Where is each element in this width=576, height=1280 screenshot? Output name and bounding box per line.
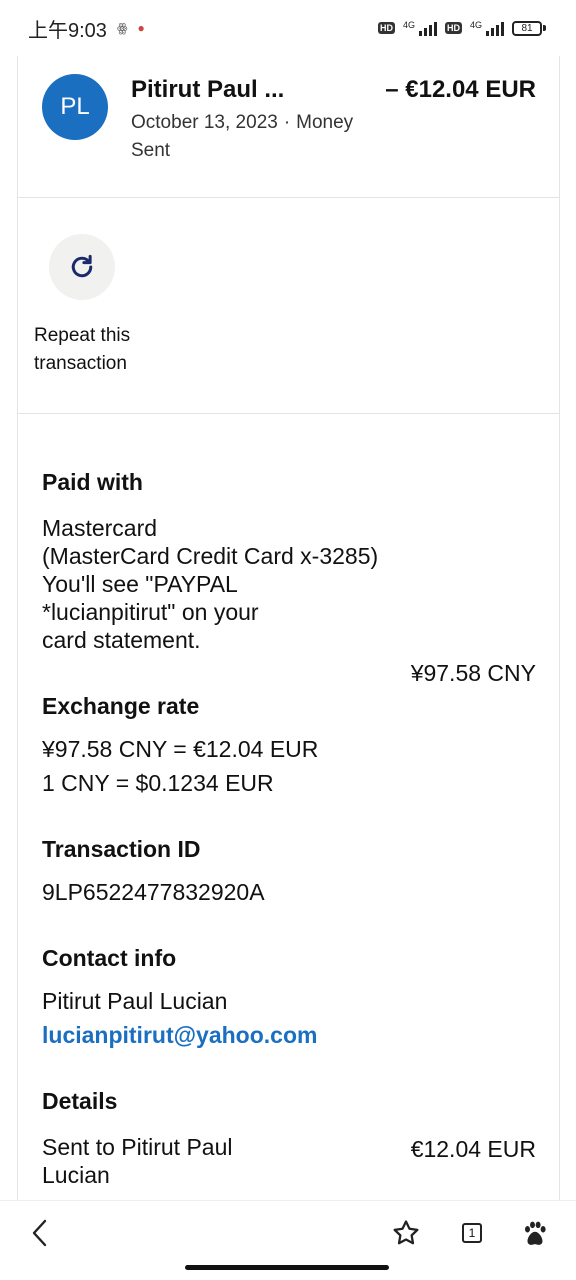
network-label-2: 4G <box>469 20 482 30</box>
details-heading: Details <box>42 1088 118 1114</box>
bookmark-button[interactable] <box>386 1213 426 1253</box>
exchange-rate-heading: Exchange rate <box>42 693 200 719</box>
details-line-2: Lucian <box>42 1162 110 1188</box>
exchange-rate-line-2: 1 CNY = $0.1234 EUR <box>42 770 274 796</box>
paw-icon <box>525 1221 546 1245</box>
details-line-1: Sent to Pitirut Paul <box>42 1134 233 1160</box>
contact-name: Pitirut Paul Lucian <box>42 988 228 1014</box>
tabs-button[interactable]: 1 <box>452 1213 492 1253</box>
signal-icon <box>418 20 437 36</box>
transaction-id-heading: Transaction ID <box>42 836 201 862</box>
back-button[interactable] <box>20 1213 60 1253</box>
chevron-left-icon <box>32 1219 47 1247</box>
battery-level: 81 <box>512 20 542 36</box>
paid-with-heading: Paid with <box>42 469 143 495</box>
home-indicator <box>185 1265 389 1270</box>
status-time: 上午9:03 <box>28 19 107 42</box>
details-amount: €12.04 EUR <box>410 1136 536 1162</box>
notification-icon: ● <box>137 21 145 35</box>
transaction-card: PL Pitirut Paul ... – €12.04 EUR October… <box>17 56 560 1200</box>
paid-with-line: You'll see "PAYPAL <box>42 571 238 597</box>
hd-badge-2: HD <box>444 22 462 34</box>
baidu-button[interactable] <box>515 1213 555 1253</box>
paid-with-line: (MasterCard Credit Card x-3285) <box>42 543 379 569</box>
tabs-count: 1 <box>462 1223 482 1243</box>
hd-badge: HD <box>377 22 395 34</box>
transaction-details-page: 上午9:03 ꙮ ● HD 4G HD 4G 81 PL Pitirut Pau… <box>0 0 576 1280</box>
contact-email-link[interactable]: lucianpitirut@yahoo.com <box>42 1021 317 1049</box>
network-label: 4G <box>402 20 415 30</box>
signal-icon-2 <box>486 20 504 36</box>
battery-icon: 81 <box>512 20 546 36</box>
paid-with-amount: ¥97.58 CNY <box>410 660 536 686</box>
paid-with-line: *lucianpitirut" on your <box>42 599 259 625</box>
paid-with-line: Mastercard <box>42 515 158 541</box>
paid-with-line: card statement. <box>42 627 201 653</box>
transaction-id-value: 9LP6522477832920A <box>42 879 265 905</box>
exchange-rate-line-1: ¥97.58 CNY = €12.04 EUR <box>42 736 319 762</box>
star-icon <box>393 1220 419 1245</box>
contact-info-heading: Contact info <box>42 945 177 971</box>
details-area: Paid with Mastercard (MasterCard Credit … <box>42 56 536 1200</box>
status-bar: 上午9:03 ꙮ ● HD 4G HD 4G 81 <box>0 0 576 56</box>
wechat-icon: ꙮ <box>116 21 128 35</box>
